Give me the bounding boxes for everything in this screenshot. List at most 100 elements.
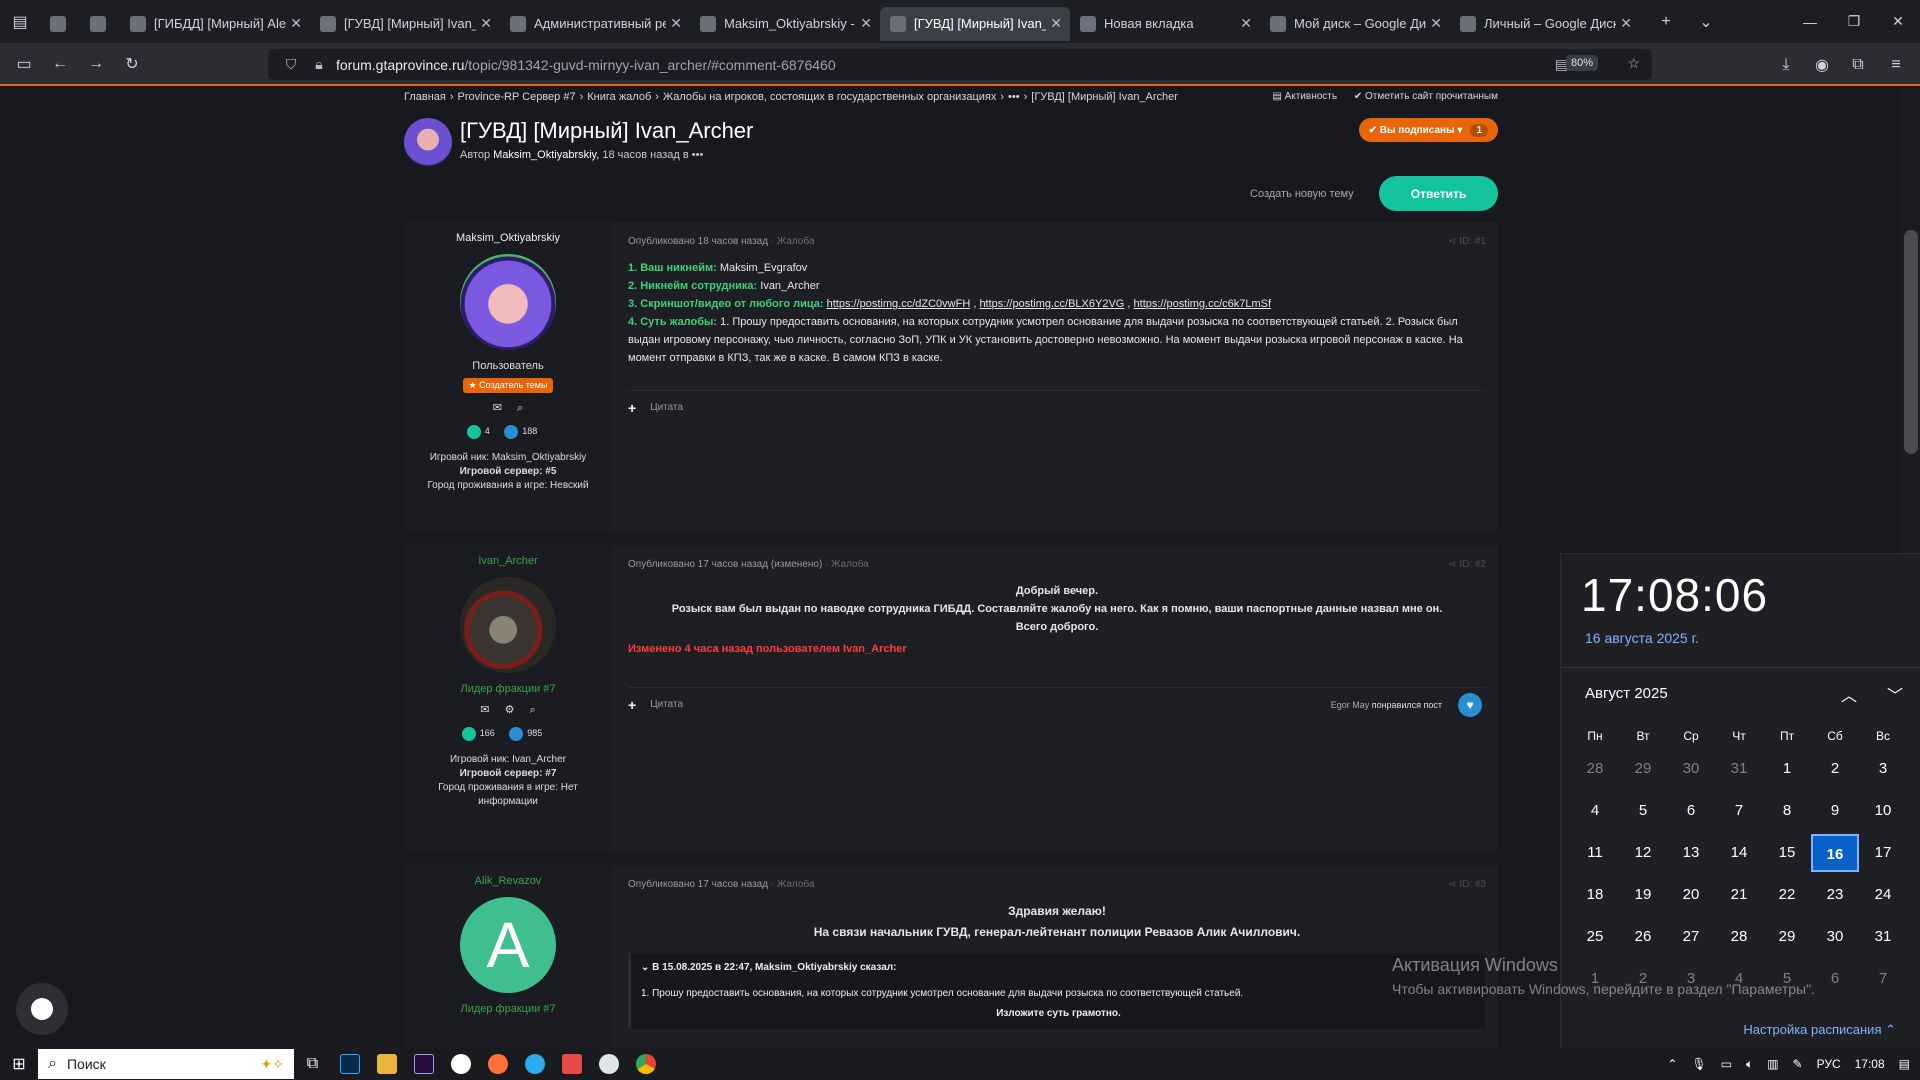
post-date[interactable]: Опубликовано 17 часов назад: [628, 879, 768, 890]
calendar-day[interactable]: 29: [1619, 750, 1667, 788]
menu-icon[interactable]: ≡: [1878, 43, 1914, 86]
calendar-day[interactable]: 17: [1859, 834, 1907, 872]
multiquote-plus-icon[interactable]: +: [628, 697, 636, 713]
calendar-day[interactable]: 31: [1715, 750, 1763, 788]
calendar-day[interactable]: 10: [1859, 792, 1907, 830]
calendar-day[interactable]: 22: [1763, 876, 1811, 914]
reply-button[interactable]: Ответить: [1379, 176, 1498, 211]
activity-link[interactable]: ▤ Активность: [1272, 91, 1337, 102]
chrome-icon[interactable]: [627, 1048, 664, 1080]
new-tab-icon[interactable]: +: [1646, 0, 1686, 43]
calendar-day[interactable]: 19: [1619, 876, 1667, 914]
account-icon[interactable]: ◉: [1804, 43, 1840, 86]
evidence-link-1[interactable]: https://postimg.cc/dZC0vwFH: [827, 298, 971, 310]
tab-close-icon[interactable]: ✕: [1620, 15, 1632, 32]
chevron-down-icon[interactable]: ﹀: [1887, 682, 1903, 706]
extensions-icon[interactable]: ⧉: [1840, 43, 1876, 86]
calendar-day[interactable]: 26: [1619, 918, 1667, 956]
calendar-day[interactable]: 21: [1715, 876, 1763, 914]
breadcrumb-item[interactable]: [ГУВД] [Мирный] Ivan_Archer: [1031, 91, 1178, 103]
browser-tab[interactable]: Maksim_Oktiyabrskiy - M ✕: [690, 7, 880, 41]
tab-close-icon[interactable]: ✕: [480, 15, 492, 32]
browser-tab[interactable]: [40, 7, 80, 41]
calendar-day[interactable]: 31: [1859, 918, 1907, 956]
calendar-day[interactable]: 20: [1667, 876, 1715, 914]
calendar-day[interactable]: 8: [1763, 792, 1811, 830]
taskbar-search[interactable]: ⌕ Поиск ✦✧: [38, 1049, 294, 1079]
restore-icon[interactable]: ❐: [1832, 0, 1876, 43]
tab-close-icon[interactable]: ✕: [670, 15, 682, 32]
zoom-level[interactable]: 80%: [1565, 55, 1598, 71]
telegram-icon[interactable]: [516, 1048, 553, 1080]
calendar-day[interactable]: 7: [1859, 960, 1907, 998]
url-bar[interactable]: ⛉ 🔒︎ forum.gtaprovince.ru/topic/981342-g…: [268, 49, 1652, 80]
breadcrumb-item[interactable]: Книга жалоб: [587, 91, 651, 103]
avatar[interactable]: [460, 577, 556, 673]
shield-icon[interactable]: ⛉: [280, 56, 302, 73]
post-id[interactable]: ⋖ ID: #2: [1448, 559, 1486, 570]
quote-button[interactable]: Цитата: [650, 699, 683, 710]
post-author-name[interactable]: Alik_Revazov: [404, 875, 612, 887]
pen-icon[interactable]: ✎: [1793, 1057, 1803, 1071]
clock-date[interactable]: 16 августа 2025 г.: [1585, 630, 1699, 646]
task-view-icon[interactable]: ⧉: [294, 1048, 331, 1080]
microphone-icon[interactable]: 🎙︎: [1691, 1057, 1706, 1071]
browser-tab[interactable]: Мой диск – Google Диск ✕: [1260, 7, 1450, 41]
calendar-day[interactable]: 12: [1619, 834, 1667, 872]
calendar-day[interactable]: 18: [1571, 876, 1619, 914]
calendar-day[interactable]: 13: [1667, 834, 1715, 872]
downloads-icon[interactable]: ⤓: [1768, 43, 1804, 86]
taskbar-clock[interactable]: 17:08: [1855, 1057, 1885, 1071]
heart-icon[interactable]: ♥: [1458, 692, 1482, 717]
calendar-day[interactable]: 28: [1715, 918, 1763, 956]
forward-icon[interactable]: →: [78, 42, 114, 85]
avatar[interactable]: [460, 254, 556, 350]
calendar-day[interactable]: 6: [1667, 792, 1715, 830]
message-icon[interactable]: ✉: [493, 402, 502, 414]
tab-overview-icon[interactable]: ▤: [0, 0, 40, 43]
calendar-day[interactable]: 9: [1811, 792, 1859, 830]
quote-button[interactable]: Цитата: [650, 402, 683, 413]
reload-icon[interactable]: ↻: [114, 42, 150, 85]
create-topic-link[interactable]: Создать новую тему: [1250, 188, 1354, 200]
bookmark-star-icon[interactable]: ☆: [1627, 55, 1640, 72]
browser-tab[interactable]: Личный – Google Диск ✕: [1450, 7, 1640, 41]
quote-header[interactable]: ⌄ В 15.08.2025 в 22:47, Maksim_Oktiyabrs…: [641, 959, 1476, 977]
tab-close-icon[interactable]: ✕: [1240, 15, 1252, 32]
calendar-day[interactable]: 5: [1619, 792, 1667, 830]
post-id[interactable]: ⋖ ID: #3: [1448, 879, 1486, 890]
calendar-day[interactable]: 28: [1571, 750, 1619, 788]
reactions-summary[interactable]: Egor May понравился пост: [1331, 700, 1442, 710]
calendar-day[interactable]: 30: [1667, 750, 1715, 788]
avatar[interactable]: A: [460, 897, 556, 993]
back-icon[interactable]: ←: [42, 42, 78, 85]
yandex-browser-icon[interactable]: [442, 1048, 479, 1080]
tab-close-icon[interactable]: ✕: [1050, 15, 1062, 32]
post-author-name[interactable]: Ivan_Archer: [404, 555, 612, 567]
cloud-icon[interactable]: [590, 1048, 627, 1080]
calendar-day[interactable]: 3: [1859, 750, 1907, 788]
close-window-icon[interactable]: ✕: [1876, 0, 1920, 43]
message-icon[interactable]: ✉: [480, 704, 489, 716]
subscribe-button[interactable]: ✔ Вы подписаны ▾ 1: [1358, 118, 1498, 142]
tab-list-icon[interactable]: ⌄: [1686, 0, 1726, 43]
volume-icon[interactable]: 🔈︎: [1746, 1057, 1753, 1072]
topic-author-avatar[interactable]: [404, 118, 452, 166]
calendar-month[interactable]: Август 2025: [1585, 685, 1668, 702]
calendar-day[interactable]: 1: [1763, 750, 1811, 788]
mark-read-link[interactable]: ✔ Отметить сайт прочитанным: [1354, 91, 1498, 102]
breadcrumb-item[interactable]: Главная: [404, 91, 446, 103]
calendar-day[interactable]: 30: [1811, 918, 1859, 956]
calendar-day[interactable]: 16: [1811, 834, 1859, 872]
chevron-up-icon[interactable]: ⌃: [1667, 1057, 1677, 1071]
calendar-day[interactable]: 14: [1715, 834, 1763, 872]
tab-close-icon[interactable]: ✕: [290, 15, 302, 32]
schedule-settings-link[interactable]: Настройка расписания ⌃: [1743, 1022, 1896, 1038]
browser-tab[interactable]: [80, 7, 120, 41]
post-date[interactable]: Опубликовано 18 часов назад: [628, 236, 768, 247]
app-icon[interactable]: [553, 1048, 590, 1080]
notifications-icon[interactable]: ▤: [1899, 1057, 1910, 1071]
calendar-day[interactable]: 23: [1811, 876, 1859, 914]
chat-bubble-button[interactable]: [16, 983, 68, 1035]
browser-tab[interactable]: [ГИБДД] [Мирный] Alex ✕: [120, 7, 310, 41]
